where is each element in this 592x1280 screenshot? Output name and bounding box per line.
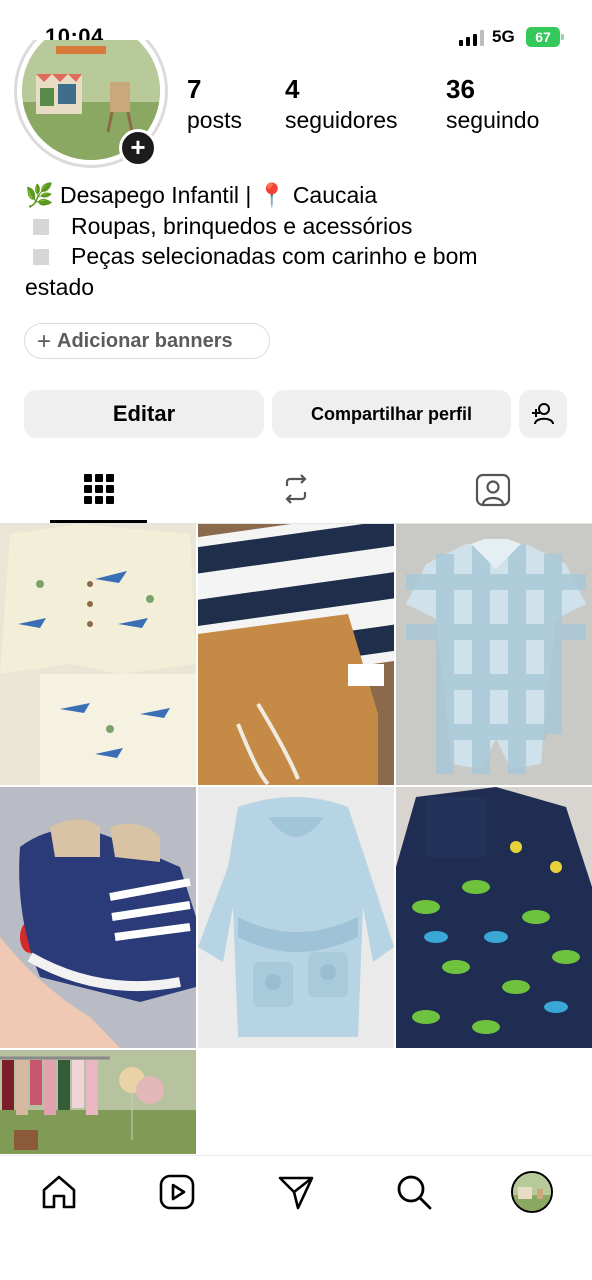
posts-number: 7 xyxy=(187,74,202,104)
bullet-square-icon xyxy=(33,218,49,235)
profile-bio: 🌿 Desapego Infantil | 📍 Caucaia Roupas, … xyxy=(25,180,565,302)
add-banners-label: Adicionar banners xyxy=(57,330,233,352)
post-thumbnail[interactable] xyxy=(0,1050,196,1154)
tab-tagged[interactable] xyxy=(394,460,591,524)
send-icon xyxy=(278,1176,314,1210)
search-icon xyxy=(397,1175,432,1210)
add-person-icon xyxy=(532,403,554,425)
tagged-icon xyxy=(475,473,510,507)
nav-home[interactable] xyxy=(39,1172,79,1212)
plus-icon: + xyxy=(130,132,146,162)
post-thumbnail[interactable] xyxy=(198,787,394,1048)
posts-label: posts xyxy=(187,107,242,133)
add-person-button[interactable] xyxy=(519,390,567,438)
network-type: 5G xyxy=(492,27,515,46)
bio-line-1: 🌿 Desapego Infantil | 📍 Caucaia xyxy=(25,182,378,208)
bio-line-3-row: Peças selecionadas com carinho e bom xyxy=(25,241,565,272)
post-thumbnail[interactable] xyxy=(396,787,592,1048)
battery-icon: 67 xyxy=(526,27,564,47)
nav-reels[interactable] xyxy=(157,1172,197,1212)
tab-reposts[interactable] xyxy=(197,460,394,524)
share-profile-label: Compartilhar perfil xyxy=(310,404,473,424)
cellular-signal-icon xyxy=(459,30,485,46)
post-thumbnail[interactable] xyxy=(0,524,196,785)
followers-label: seguidores xyxy=(285,107,398,133)
home-icon xyxy=(42,1175,76,1209)
followers-number: 4 xyxy=(285,74,300,104)
plus-icon: + xyxy=(37,328,52,355)
nav-profile-avatar[interactable] xyxy=(511,1171,553,1213)
following-number: 36 xyxy=(446,74,475,104)
bottom-navigation xyxy=(0,1155,592,1280)
repost-icon xyxy=(284,474,307,504)
following-label: seguindo xyxy=(446,107,540,133)
edit-profile-button[interactable]: Editar xyxy=(24,390,264,438)
bio-line-3: Peças selecionadas com carinho e bom xyxy=(71,243,478,269)
add-banners-button[interactable]: + Adicionar banners xyxy=(24,323,270,359)
tab-posts-grid[interactable] xyxy=(0,460,197,524)
following-count[interactable]: 36 seguindo xyxy=(446,74,539,136)
post-thumbnail[interactable] xyxy=(198,524,394,785)
posts-count[interactable]: 7 posts xyxy=(187,74,242,136)
reels-icon xyxy=(159,1174,195,1210)
bio-line-4: estado xyxy=(25,273,95,300)
bio-line-2: Roupas, brinquedos e acessórios xyxy=(71,212,413,239)
post-thumbnail[interactable] xyxy=(0,787,196,1048)
bullet-square-icon xyxy=(33,249,49,265)
bio-line-2-row: Roupas, brinquedos e acessórios xyxy=(25,211,565,242)
edit-profile-label: Editar xyxy=(112,401,176,426)
followers-count[interactable]: 4 seguidores xyxy=(285,74,398,136)
active-tab-indicator xyxy=(50,520,147,523)
nav-search[interactable] xyxy=(394,1172,434,1212)
add-story-button[interactable]: + xyxy=(119,129,157,167)
grid-icon xyxy=(83,474,114,504)
post-thumbnail[interactable] xyxy=(396,524,592,785)
nav-direct[interactable] xyxy=(276,1172,316,1212)
share-profile-button[interactable]: Compartilhar perfil xyxy=(272,390,511,438)
profile-avatar xyxy=(513,1173,551,1211)
battery-level: 67 xyxy=(526,27,560,47)
profile-tabs xyxy=(0,460,592,524)
